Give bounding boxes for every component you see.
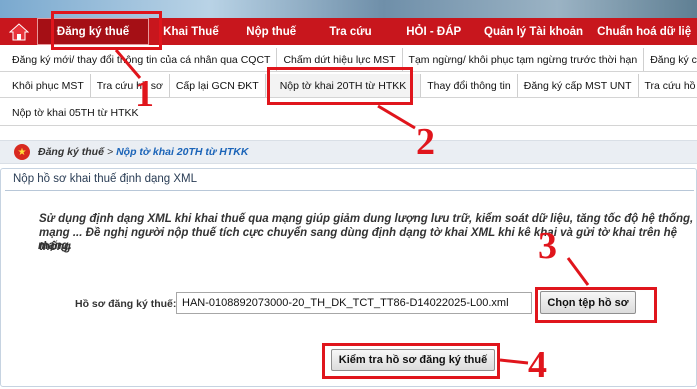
subnav-tra-cuu-ho-so[interactable]: Tra cứu hồ sơ <box>91 74 170 97</box>
emblem-icon: ★ <box>14 144 30 160</box>
annotation-number-1: 1 <box>135 73 154 115</box>
panel-description: Sử dụng định dạng XML khi khai thuế qua … <box>39 213 694 253</box>
subnav-khoi-phuc-mst[interactable]: Khôi phục MST <box>0 74 91 97</box>
nav-chuan-hoa-du-lieu[interactable]: Chuẩn hoá dữ liệ <box>591 18 697 45</box>
subnav-thay-doi-thong-tin[interactable]: Thay đổi thông tin <box>421 74 518 97</box>
breadcrumb: ★ Đăng ký thuế > Nộp tờ khai 20TH từ HTK… <box>0 140 697 164</box>
nav-hoi-dap[interactable]: HỎI - ĐÁP <box>392 18 476 45</box>
file-path-input[interactable]: HAN-0108892073000-20_TH_DK_TCT_TT86-D140… <box>176 292 532 314</box>
annotation-number-3: 3 <box>538 225 557 267</box>
annotation-box-3 <box>535 287 657 323</box>
annotation-number-2: 2 <box>416 121 435 163</box>
breadcrumb-current[interactable]: Nộp tờ khai 20TH từ HTKK <box>116 146 248 158</box>
subnav-cap-lai-gcn[interactable]: Cấp lại GCN ĐKT <box>170 74 266 97</box>
annotation-box-2 <box>267 67 413 105</box>
breadcrumb-separator: > <box>106 146 114 158</box>
panel-title: Nộp hồ sơ khai thuế định dạng XML <box>13 173 197 185</box>
annotation-box-1 <box>51 11 162 50</box>
subnav-dang-ky-cap[interactable]: Đăng ký cấ <box>644 48 697 71</box>
subnav-nop-to-khai-05th[interactable]: Nộp tờ khai 05TH từ HTKK <box>0 101 145 125</box>
home-icon[interactable] <box>0 18 37 45</box>
annotation-number-4: 4 <box>528 344 547 386</box>
panel-divider <box>5 190 694 191</box>
nav-quan-ly-tai-khoan[interactable]: Quản lý Tài khoản <box>476 18 592 45</box>
file-label: Hồ sơ đăng ký thuế: <box>75 298 177 310</box>
subnav-dang-ky-cap-mst-unt[interactable]: Đăng ký cấp MST UNT <box>518 74 639 97</box>
subnav-dang-ky-moi[interactable]: Đăng ký mới/ thay đổi thông tin của cá n… <box>0 48 278 71</box>
nav-tra-cuu[interactable]: Tra cứu <box>309 18 391 45</box>
panel-description-end: mạng. <box>38 240 72 252</box>
annotation-box-4 <box>322 343 500 379</box>
subnav-tra-cuu-ho-so-2[interactable]: Tra cứu hồ s <box>639 74 697 97</box>
nav-nop-thue[interactable]: Nộp thuế <box>233 18 309 45</box>
breadcrumb-section[interactable]: Đăng ký thuế <box>38 146 104 158</box>
subnav-tam-ngung[interactable]: Tạm ngừng/ khôi phục tạm ngừng trước thờ… <box>403 48 645 71</box>
